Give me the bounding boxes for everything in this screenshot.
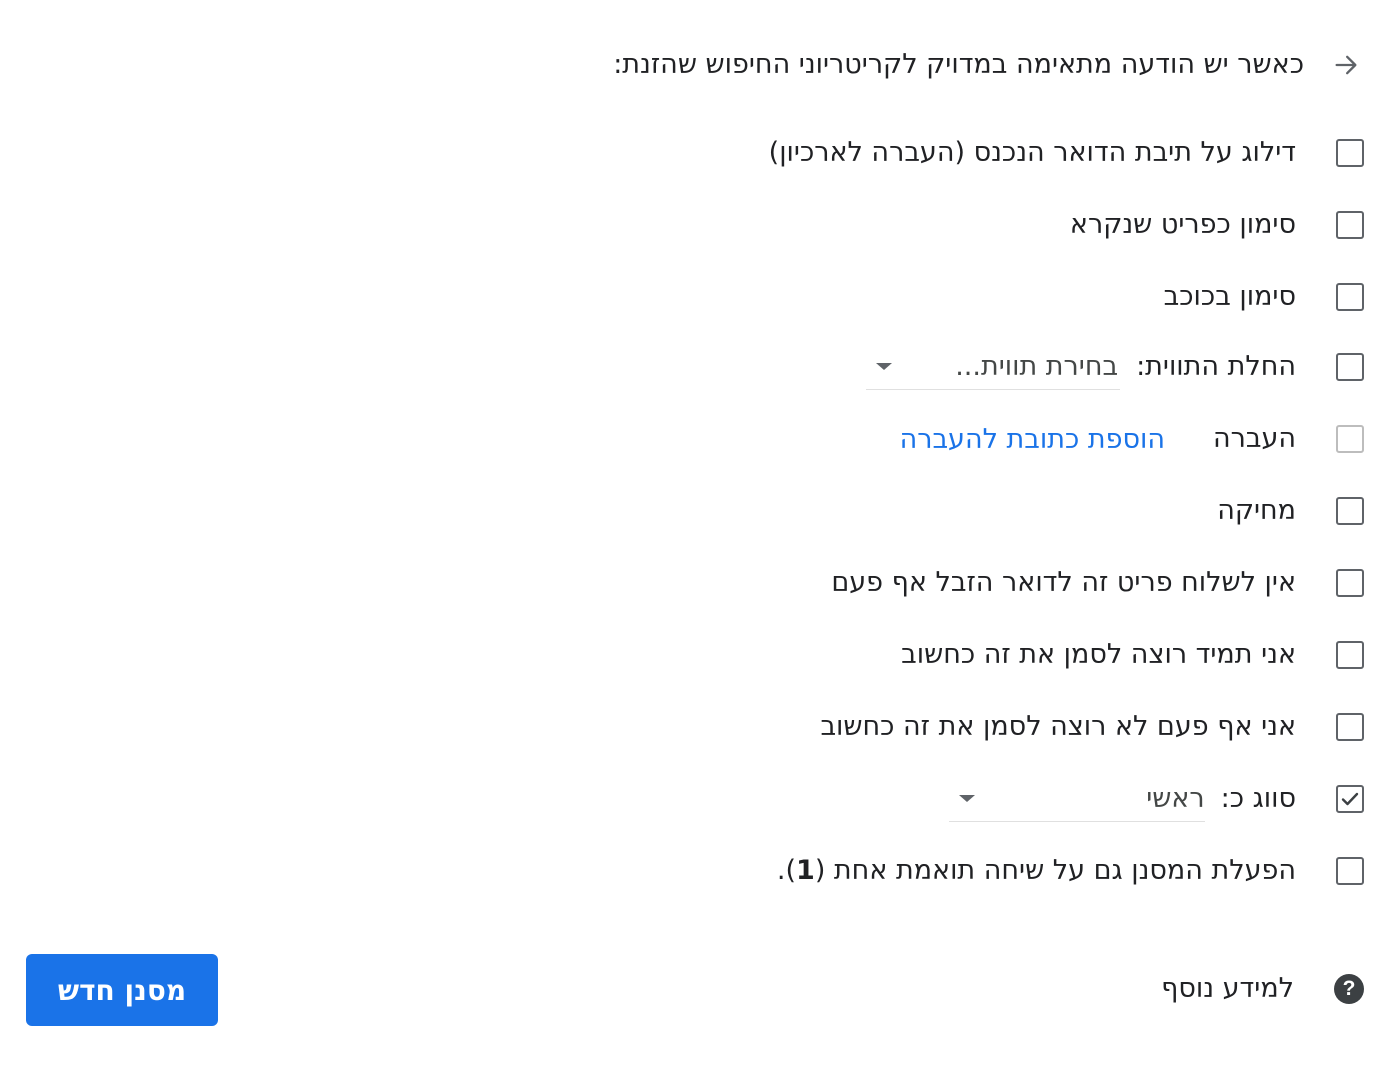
apply-existing-text: הפעלת המסנן גם על שיחה תואמת אחת (: [814, 855, 1296, 886]
matching-count: 1: [796, 855, 815, 886]
arrow-forward-icon: [1328, 47, 1364, 83]
action-always-important: אני תמיד רוצה לסמן את זה כחשוב: [901, 632, 1364, 678]
chevron-down-icon: [958, 795, 975, 802]
forward-checkbox: [1336, 425, 1364, 453]
never-important-label: אני אף פעם לא רוצה לסמן את זה כחשוב: [820, 711, 1296, 742]
header-text: כאשר יש הודעה מתאימה במדויק לקריטריוני ה…: [613, 49, 1304, 80]
action-apply-label: החלת התווית: בחירת תווית...: [866, 344, 1364, 390]
learn-more[interactable]: ? למידע נוסף: [1161, 966, 1364, 1012]
apply-label-label: החלת התווית:: [1136, 351, 1296, 382]
category-select-value: ראשי: [1146, 783, 1205, 814]
star-label: סימון בכוכב: [1163, 281, 1296, 312]
action-forward: העברה הוספת כתובת להעברה: [900, 416, 1364, 462]
learn-more-link[interactable]: למידע נוסף: [1161, 966, 1294, 1012]
action-never-spam: אין לשלוח פריט זה לדואר הזבל אף פעם: [831, 560, 1364, 606]
action-categorize: סווג כ: ראשי: [948, 776, 1364, 822]
action-star: סימון בכוכב: [1164, 274, 1364, 320]
label-select[interactable]: בחירת תווית...: [866, 344, 1121, 390]
apply-label-checkbox[interactable]: [1336, 353, 1364, 381]
label-select-value: בחירת תווית...: [955, 351, 1119, 382]
chevron-down-icon: [876, 363, 893, 370]
star-checkbox[interactable]: [1336, 283, 1364, 311]
categorize-label: סווג כ:: [1220, 783, 1296, 814]
action-apply-existing: הפעלת המסנן גם על שיחה תואמת אחת (1).: [777, 848, 1364, 894]
action-never-important: אני אף פעם לא רוצה לסמן את זה כחשוב: [820, 704, 1364, 750]
action-mark-read: סימון כפריט שנקרא: [1070, 202, 1364, 248]
always-important-label: אני תמיד רוצה לסמן את זה כחשוב: [901, 639, 1296, 670]
add-forwarding-address-link[interactable]: הוספת כתובת להעברה: [900, 424, 1165, 455]
categorize-checkbox[interactable]: [1336, 785, 1364, 813]
create-filter-button[interactable]: מסנן חדש: [26, 954, 218, 1026]
category-select[interactable]: ראשי: [948, 776, 1205, 822]
checkmark-icon: [1341, 792, 1359, 806]
never-important-checkbox[interactable]: [1336, 713, 1364, 741]
action-delete: מחיקה: [1217, 488, 1364, 534]
apply-existing-label: הפעלת המסנן גם על שיחה תואמת אחת (1).: [777, 848, 1296, 894]
never-spam-checkbox[interactable]: [1336, 569, 1364, 597]
apply-existing-checkbox[interactable]: [1336, 857, 1364, 885]
never-spam-label: אין לשלוח פריט זה לדואר הזבל אף פעם: [831, 567, 1296, 598]
apply-existing-suffix: ).: [776, 855, 797, 886]
always-important-checkbox[interactable]: [1336, 641, 1364, 669]
delete-checkbox[interactable]: [1336, 497, 1364, 525]
skip-inbox-checkbox[interactable]: [1336, 139, 1364, 167]
delete-label: מחיקה: [1217, 495, 1296, 526]
help-icon: ?: [1334, 974, 1364, 1004]
action-skip-inbox: דילוג על תיבת הדואר הנכנס (העברה לארכיון…: [769, 130, 1364, 176]
forward-label: העברה: [1212, 423, 1296, 454]
skip-inbox-label: דילוג על תיבת הדואר הנכנס (העברה לארכיון…: [768, 137, 1296, 168]
mark-read-label: סימון כפריט שנקרא: [1069, 209, 1296, 240]
mark-read-checkbox[interactable]: [1336, 211, 1364, 239]
filter-actions-header: כאשר יש הודעה מתאימה במדויק לקריטריוני ה…: [613, 42, 1364, 88]
